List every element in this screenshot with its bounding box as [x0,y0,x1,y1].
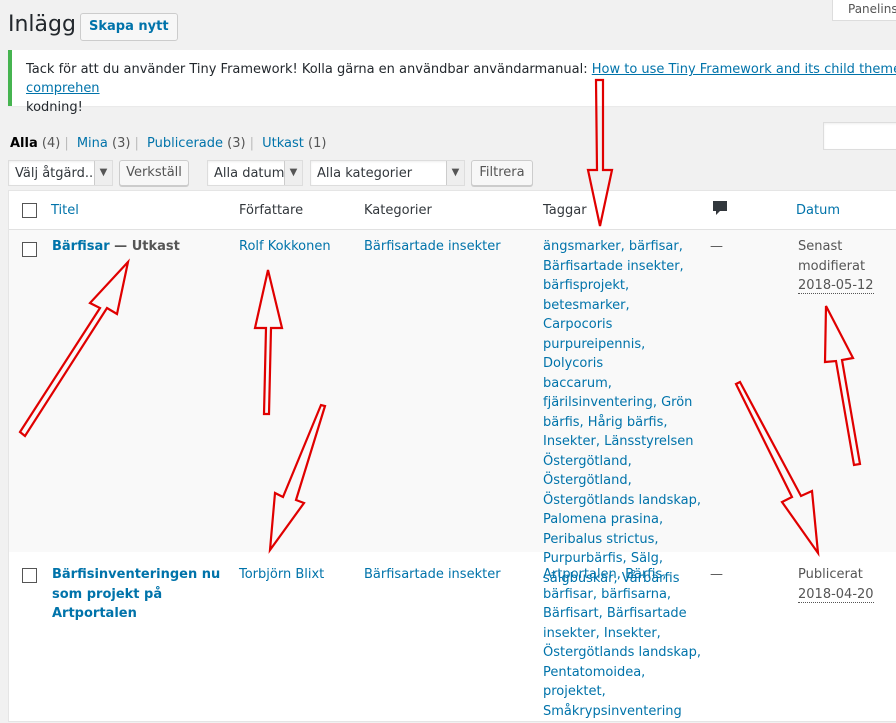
column-categories: Kategorier [364,203,432,218]
chevron-down-icon: ▼ [446,161,464,185]
post-date: Senast modifierat 2018-05-12 [798,239,874,294]
row-checkbox[interactable] [22,568,37,583]
chevron-down-icon: ▼ [94,161,112,185]
comment-icon [712,200,728,222]
post-title-link[interactable]: Bärfisinventeringen nu som projekt på Ar… [52,565,220,624]
post-author-link[interactable]: Torbjörn Blixt [239,565,324,585]
post-state: — Utkast [109,239,180,254]
table-row: Bärfisinventeringen nu som projekt på Ar… [9,553,896,723]
post-category-link[interactable]: Bärfisartade insekter [364,565,501,585]
theme-notice: Tack för att du använder Tiny Framework!… [8,50,896,115]
post-title-cell: Bärfisinventeringen nu som projekt på Ar… [52,565,220,624]
notice-text: Tack för att du använder Tiny Framework!… [26,60,896,117]
column-title[interactable]: Titel [51,203,79,218]
post-author-link[interactable]: Rolf Kokkonen [239,237,331,257]
posts-table: Titel Författare Kategorier Taggar Datum… [8,190,896,722]
post-date: Publicerat 2018-04-20 [798,567,874,603]
row-checkbox[interactable] [22,242,37,257]
view-all[interactable]: Alla [10,136,38,151]
view-mine[interactable]: Mina [77,136,108,151]
search-input[interactable] [823,122,896,150]
view-drafts[interactable]: Utkast [262,136,304,151]
post-category-link[interactable]: Bärfisartade insekter [364,237,501,257]
column-author: Författare [239,203,304,218]
table-header: Titel Författare Kategorier Taggar Datum [9,191,896,230]
category-filter-select[interactable]: Alla kategorier ▼ [310,160,465,186]
post-comments: — [710,567,723,582]
post-comments: — [710,239,723,254]
post-status-views: Alla (4) | Mina (3) | Publicerade (3) | Utk… [10,136,327,151]
post-title-link[interactable]: Bärfisar [52,239,110,254]
post-title-cell: Bärfisar — Utkast [52,237,180,257]
column-tags: Taggar [543,203,587,218]
chevron-down-icon: ▼ [284,161,302,185]
view-published[interactable]: Publicerade [147,136,223,151]
page-title: Inlägg [8,12,76,37]
table-row: Bärfisar — Utkast Rolf Kokkonen Bärfisar… [9,230,896,586]
column-date[interactable]: Datum [796,203,840,218]
apply-button[interactable]: Verkställ [119,160,189,186]
date-filter-select[interactable]: Alla datum ▼ [207,160,303,186]
add-new-button[interactable]: Skapa nytt [80,13,178,41]
select-all-checkbox[interactable] [22,203,37,218]
filter-button[interactable]: Filtrera [471,160,533,186]
post-tags[interactable]: Artportalen, Bärfis, bärfisar, bärfisarna… [543,565,708,721]
bulk-action-select[interactable]: Välj åtgärd... ▼ [8,160,113,186]
screen-options-tab[interactable]: Panelinst [832,0,896,21]
post-tags[interactable]: ängsmarker, bärfisar, Bärfisartade insekt… [543,237,708,588]
